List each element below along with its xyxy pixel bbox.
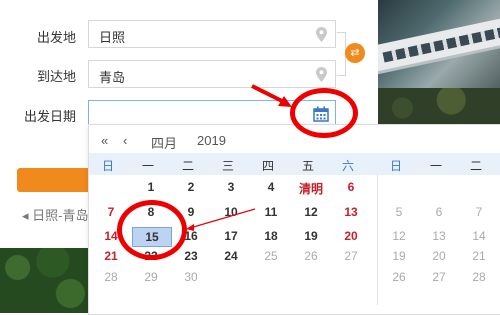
date-label: 出发日期 — [24, 109, 77, 124]
calendar-day-next-month[interactable]: 28 — [465, 270, 493, 284]
from-label: 出发地 — [37, 30, 77, 45]
annotation-circle-calendar — [290, 88, 358, 138]
calendar-day[interactable]: 3 — [217, 180, 245, 194]
calendar-day-next-month[interactable]: 7 — [465, 205, 493, 219]
weekday: 五 — [301, 159, 314, 173]
calendar-day-next-month[interactable]: 5 — [385, 205, 413, 219]
calendar-day[interactable]: 23 — [177, 249, 205, 263]
search-button[interactable] — [17, 168, 89, 192]
prev-month-button[interactable]: ‹ — [123, 133, 127, 148]
calendar-day-next-month[interactable]: 20 — [425, 249, 453, 263]
from-value: 日照 — [99, 30, 126, 45]
weekday: 六 — [341, 159, 354, 173]
weekday: 一 — [429, 159, 442, 173]
calendar-day[interactable]: 清明 — [294, 180, 328, 197]
calendar-day-next-month[interactable]: 19 — [385, 249, 413, 263]
from-field[interactable]: 日照 — [88, 20, 336, 48]
calendar-day[interactable]: 13 — [337, 205, 365, 219]
background-photo — [378, 0, 500, 125]
weekday: 日 — [101, 159, 114, 173]
calendar-day[interactable]: 17 — [217, 229, 245, 243]
calendar-day[interactable]: 1 — [137, 180, 165, 194]
calendar-day-next-month[interactable]: 27 — [425, 270, 453, 284]
calendar-day[interactable]: 26 — [297, 249, 325, 263]
calendar-day[interactable]: 12 — [297, 205, 325, 219]
calendar-day[interactable]: 10 — [217, 205, 245, 219]
month-divider — [377, 175, 378, 305]
calendar-day-next-month[interactable]: 6 — [425, 205, 453, 219]
calendar-day-next-month[interactable]: 12 — [385, 229, 413, 243]
to-value: 青岛 — [99, 70, 126, 85]
calendar-day-next-month[interactable]: 14 — [465, 229, 493, 243]
location-pin-icon — [316, 27, 327, 42]
calendar-day[interactable]: 6 — [337, 180, 365, 194]
calendar-day-next-month[interactable]: 21 — [465, 249, 493, 263]
weekday: 一 — [141, 159, 154, 173]
calendar-day[interactable]: 2 — [177, 180, 205, 194]
calendar-day-next-month[interactable]: 13 — [425, 229, 453, 243]
weekday: 三 — [221, 159, 234, 173]
month-label: 四月 — [151, 136, 178, 151]
annotation-circle-day — [117, 200, 187, 260]
background-trees — [0, 248, 88, 313]
calendar-day[interactable]: 19 — [297, 229, 325, 243]
calendar-day[interactable]: 20 — [337, 229, 365, 243]
to-field[interactable]: 青岛 — [88, 60, 336, 88]
calendar-day[interactable]: 27 — [337, 249, 365, 263]
weekday: 日 — [389, 159, 402, 173]
prev-year-button[interactable]: « — [101, 133, 108, 148]
weekday: 二 — [469, 159, 482, 173]
location-pin-icon — [316, 67, 327, 82]
to-label: 到达地 — [37, 69, 77, 84]
calendar-day[interactable]: 25 — [257, 249, 285, 263]
calendar-day[interactable]: 11 — [257, 205, 285, 219]
weekday-header: 日 一 二 三 四 五 六 日 一 二 — [89, 153, 500, 175]
calendar-day[interactable]: 21 — [97, 249, 125, 263]
weekday: 二 — [181, 159, 194, 173]
calendar-day-next-month[interactable]: 26 — [385, 270, 413, 284]
route-link[interactable]: ◂ 日照-青岛 — [22, 205, 88, 224]
swap-icon[interactable]: ⇄ — [345, 43, 365, 63]
calendar-day[interactable]: 4 — [257, 180, 285, 194]
year-label: 2019 — [197, 133, 226, 148]
calendar-day[interactable]: 30 — [177, 270, 205, 284]
calendar-day[interactable]: 29 — [137, 270, 165, 284]
calendar-day[interactable]: 18 — [257, 229, 285, 243]
calendar-day[interactable]: 24 — [217, 249, 245, 263]
calendar-day[interactable]: 28 — [97, 270, 125, 284]
weekday: 四 — [261, 159, 274, 173]
